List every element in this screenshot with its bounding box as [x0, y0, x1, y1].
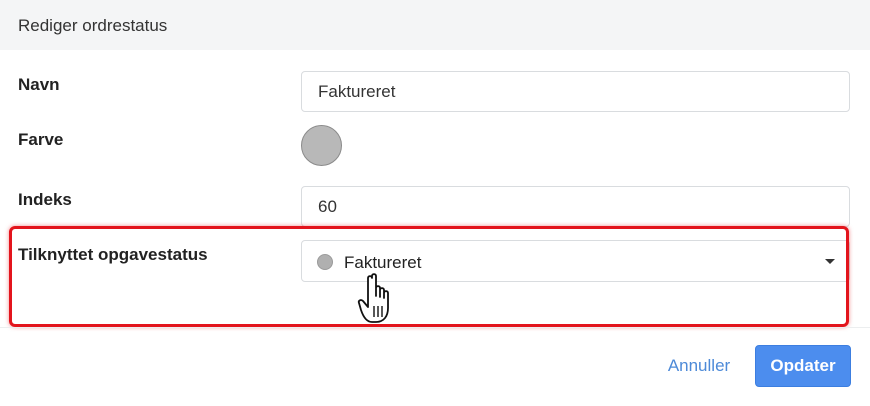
dialog-header: Rediger ordrestatus: [0, 0, 870, 50]
color-label: Farve: [18, 130, 64, 149]
hand-pointer-icon: [357, 273, 389, 323]
index-label: Indeks: [18, 190, 72, 209]
footer-divider: [0, 327, 870, 328]
linked-status-label: Tilknyttet opgavestatus: [18, 245, 208, 264]
name-label: Navn: [18, 75, 60, 94]
update-button[interactable]: Opdater: [755, 345, 851, 387]
dialog-title: Rediger ordrestatus: [18, 16, 168, 35]
index-input[interactable]: [301, 186, 850, 227]
name-input[interactable]: [301, 71, 850, 112]
color-picker-swatch[interactable]: [301, 125, 342, 166]
caret-down-icon[interactable]: [825, 259, 835, 264]
status-color-dot: [317, 254, 333, 270]
cancel-button[interactable]: Annuller: [656, 345, 742, 387]
